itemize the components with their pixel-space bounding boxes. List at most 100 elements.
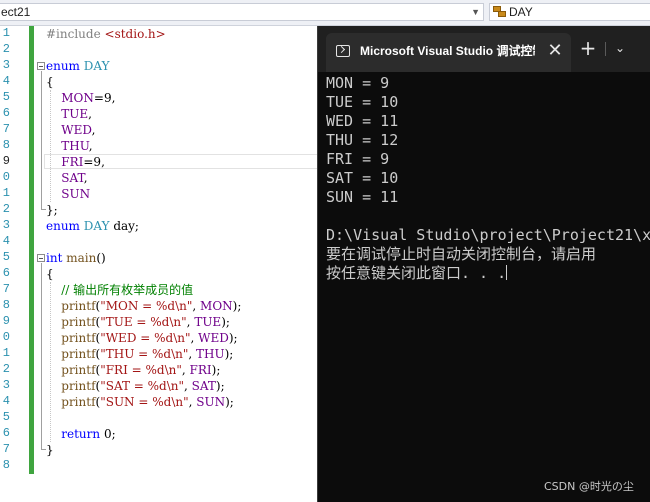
code-line[interactable]: 9 FRI=9,: [0, 154, 330, 170]
code-text: printf("SUN = %d\n", SUN);: [46, 394, 234, 410]
code-token: };: [46, 203, 58, 217]
code-token: WED: [61, 123, 92, 137]
code-token: SAT: [191, 379, 216, 393]
line-number: 5: [2, 250, 10, 264]
code-line[interactable]: 1 SUN: [0, 186, 330, 202]
code-line[interactable]: 0 SAT,: [0, 170, 330, 186]
code-text: printf("SAT = %d\n", SAT);: [46, 378, 224, 394]
project-dropdown[interactable]: ect21 ▼: [0, 3, 484, 21]
code-token: ,: [88, 107, 92, 121]
code-line[interactable]: 0 printf("WED = %d\n", WED);: [0, 330, 330, 346]
line-number: 3: [2, 58, 10, 72]
code-line[interactable]: 3 printf("SAT = %d\n", SAT);: [0, 378, 330, 394]
code-text: printf("WED = %d\n", WED);: [46, 330, 237, 346]
code-line[interactable]: 3 enum DAY day;: [0, 218, 330, 234]
code-line[interactable]: 8: [0, 458, 330, 474]
code-token: DAY: [83, 219, 110, 233]
code-line[interactable]: 2: [0, 42, 330, 58]
terminal-output-text: 要在调试停止时自动关闭控制台，请启用: [326, 245, 597, 263]
code-token: "THU = %d\n": [100, 347, 189, 361]
code-line[interactable]: 8 THU,: [0, 138, 330, 154]
code-text: {: [46, 266, 54, 282]
code-text: SUN: [46, 186, 90, 202]
terminal-output-line: FRI = 9: [326, 150, 650, 169]
code-token: int: [46, 251, 67, 265]
code-text: // 输出所有枚举成员的值: [46, 282, 193, 298]
code-token: ,: [190, 331, 199, 345]
code-text: }: [46, 442, 54, 458]
debug-console-window[interactable]: Microsoft Visual Studio 调试控制台 ✕ + ⌄ MON …: [317, 26, 650, 502]
terminal-output-line: TUE = 10: [326, 93, 650, 112]
code-line[interactable]: 2};: [0, 202, 330, 218]
code-token: printf: [61, 347, 96, 361]
code-editor[interactable]: 1 #include <stdio.h> 2 3 enum DAY 4{5 MON=9, 6…: [0, 26, 334, 502]
code-text: {: [46, 74, 54, 90]
code-line[interactable]: 4{: [0, 74, 330, 90]
code-token: =9,: [83, 155, 105, 169]
line-number: 2: [2, 202, 10, 216]
code-token: "TUE = %d\n": [100, 315, 187, 329]
code-line[interactable]: 6{: [0, 266, 330, 282]
line-number: 9: [2, 154, 10, 168]
close-tab-icon[interactable]: ✕: [544, 40, 566, 62]
code-line[interactable]: 8 printf("MON = %d\n", MON);: [0, 298, 330, 314]
code-token: {: [46, 75, 54, 89]
symbol-dropdown[interactable]: DAY: [489, 3, 650, 21]
code-text: int main(): [46, 250, 106, 266]
code-line[interactable]: 1 #include <stdio.h>: [0, 26, 330, 42]
line-number: 5: [2, 90, 10, 104]
code-line[interactable]: 7 // 输出所有枚举成员的值: [0, 282, 330, 298]
code-line[interactable]: 2 printf("FRI = %d\n", FRI);: [0, 362, 330, 378]
code-text: printf("THU = %d\n", THU);: [46, 346, 233, 362]
code-line[interactable]: 6 return 0;: [0, 426, 330, 442]
code-text: printf("TUE = %d\n", TUE);: [46, 314, 230, 330]
code-text: THU,: [46, 138, 92, 154]
line-number: 5: [2, 410, 10, 424]
code-line[interactable]: 1 printf("THU = %d\n", THU);: [0, 346, 330, 362]
new-tab-button[interactable]: +: [576, 36, 600, 60]
line-number: 0: [2, 330, 10, 344]
terminal-tab[interactable]: Microsoft Visual Studio 调试控制台 ✕: [326, 33, 571, 72]
code-line[interactable]: 5 int main(): [0, 250, 330, 266]
terminal-output-text: THU = 12: [326, 131, 399, 149]
chevron-down-icon[interactable]: ⌄: [608, 36, 632, 60]
code-token: enum: [46, 59, 84, 73]
code-token: "SUN = %d\n": [100, 395, 189, 409]
code-token: =9,: [93, 91, 116, 105]
code-line[interactable]: 4: [0, 234, 330, 250]
code-line[interactable]: 7 WED,: [0, 122, 330, 138]
line-number: 6: [2, 106, 10, 120]
code-text: return 0;: [46, 426, 115, 442]
code-token: }: [46, 443, 54, 457]
symbol-dropdown-label: DAY: [509, 5, 533, 19]
code-token: MON: [200, 299, 233, 313]
code-token: ,: [192, 299, 201, 313]
code-token: SAT: [61, 171, 84, 185]
code-token: return: [61, 427, 101, 441]
code-line[interactable]: 7}: [0, 442, 330, 458]
code-token: main: [66, 251, 97, 265]
code-text: printf("MON = %d\n", MON);: [46, 298, 241, 314]
code-line[interactable]: 9 printf("TUE = %d\n", TUE);: [0, 314, 330, 330]
code-line[interactable]: 4 printf("SUN = %d\n", SUN);: [0, 394, 330, 410]
code-token: printf: [61, 395, 96, 409]
code-line[interactable]: 5: [0, 410, 330, 426]
code-line[interactable]: 6 TUE,: [0, 106, 330, 122]
code-token: );: [211, 363, 221, 377]
code-token: printf: [61, 315, 96, 329]
code-line[interactable]: 3 enum DAY: [0, 58, 330, 74]
code-token: "MON = %d\n": [100, 299, 193, 313]
code-token: MON: [61, 91, 94, 105]
terminal-output: MON = 9 TUE = 10 WED = 11 THU = 12 FRI = 9 SA…: [326, 74, 650, 283]
code-text: enum DAY day;: [46, 218, 139, 234]
code-token: printf: [61, 379, 96, 393]
code-line[interactable]: 5 MON=9,: [0, 90, 330, 106]
